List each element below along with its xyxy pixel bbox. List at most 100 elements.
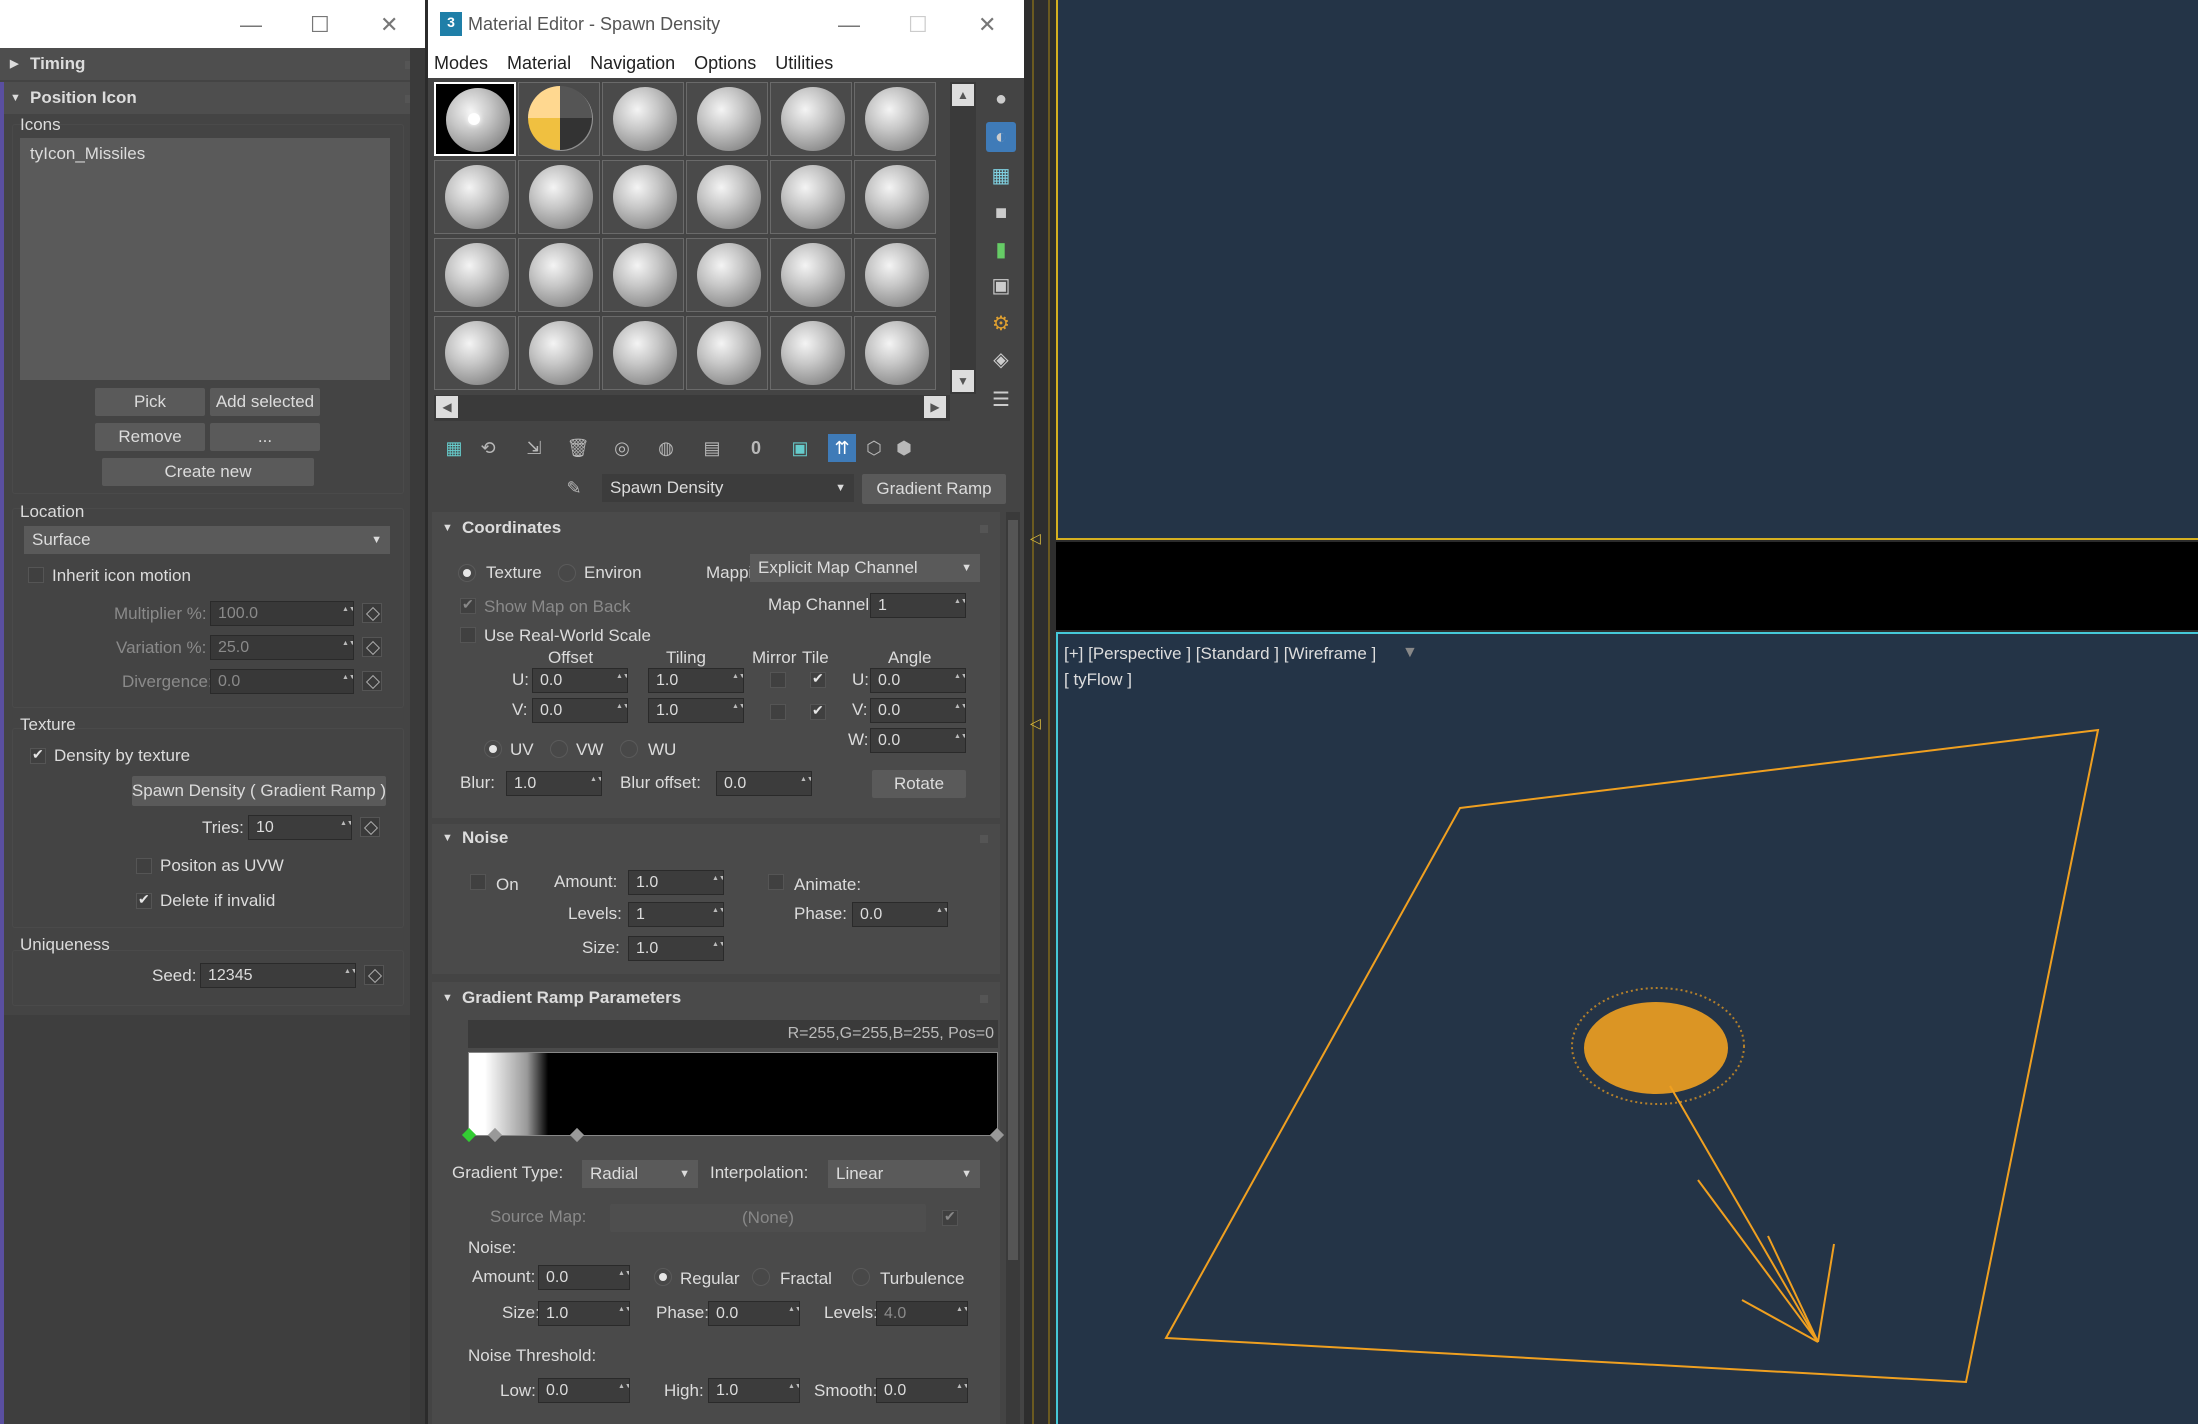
rollout-position-icon[interactable]: ▼ Position Icon — [0, 82, 425, 114]
u-angle-spinner[interactable]: 0.0 — [870, 668, 966, 693]
perspective-viewport[interactable]: [+] [Perspective ] [Standard ] [Wirefram… — [1056, 632, 2198, 1424]
slot-horizontal-scrollbar[interactable] — [434, 395, 950, 421]
sample-slot[interactable] — [518, 160, 600, 234]
gradient-ramp-header[interactable]: ▼ Gradient Ramp Parameters — [432, 982, 1000, 1014]
menu-material[interactable]: Material — [507, 53, 571, 73]
go-to-parent-icon[interactable]: ⬡ — [860, 434, 888, 462]
make-preview-icon[interactable]: ▣ — [986, 270, 1016, 300]
sample-uv-tiling-icon[interactable]: ■ — [986, 198, 1016, 228]
put-library-icon[interactable]: ◍ — [652, 434, 680, 462]
sample-slot[interactable] — [854, 160, 936, 234]
environ-radio[interactable] — [558, 564, 576, 582]
keyframe-icon[interactable] — [364, 965, 384, 985]
show-map-viewport-icon[interactable]: ▣ — [786, 434, 814, 462]
divergence-spinner[interactable]: 0.0 — [210, 669, 354, 694]
scroll-left-icon[interactable]: ◀ — [436, 396, 458, 418]
sample-slot[interactable] — [686, 238, 768, 312]
keyframe-icon[interactable] — [362, 637, 382, 657]
rollout-handle-icon[interactable] — [980, 995, 988, 1003]
texture-map-button[interactable]: Spawn Density ( Gradient Ramp ) — [132, 776, 386, 806]
material-name-dropdown[interactable]: Spawn Density — [602, 474, 854, 502]
icons-list[interactable]: tyIcon_Missiles — [20, 138, 390, 380]
scroll-down-icon[interactable]: ▼ — [952, 370, 974, 392]
gradient-ramp-preview[interactable] — [468, 1052, 998, 1136]
noise-phase-spinner[interactable]: 0.0 — [852, 902, 948, 927]
sample-slot[interactable] — [518, 238, 600, 312]
save-library-icon[interactable]: ▤ — [698, 434, 726, 462]
sample-slot[interactable] — [854, 82, 936, 156]
delete-material-icon[interactable]: 🗑 — [564, 434, 592, 462]
sample-slot[interactable] — [686, 160, 768, 234]
keyframe-icon[interactable] — [360, 817, 380, 837]
collapse-arrow-icon[interactable]: ◁ — [1030, 715, 1041, 732]
low-spinner[interactable]: 0.0 — [538, 1378, 630, 1403]
collapse-arrow-icon[interactable]: ◁ — [1030, 530, 1041, 547]
sample-slot[interactable] — [686, 82, 768, 156]
material-editor-titlebar[interactable]: 3 Material Editor - Spawn Density — ☐ ✕ — [428, 0, 1024, 48]
sample-slot[interactable] — [854, 316, 936, 390]
panel-scrollbar[interactable] — [410, 48, 425, 1424]
remove-button[interactable]: Remove — [95, 423, 205, 451]
density-texture-checkbox[interactable] — [30, 746, 46, 764]
mapping-dropdown[interactable]: Explicit Map Channel — [750, 554, 980, 582]
v-offset-spinner[interactable]: 0.0 — [532, 698, 628, 723]
position-uvw-checkbox[interactable] — [136, 858, 152, 874]
v-tiling-spinner[interactable]: 1.0 — [648, 698, 744, 723]
keyframe-icon[interactable] — [362, 603, 382, 623]
map-type-button[interactable]: Gradient Ramp — [862, 474, 1006, 504]
v-mirror-checkbox[interactable] — [770, 704, 786, 720]
source-map-button[interactable]: (None) — [610, 1204, 926, 1232]
gradient-noise-phase-spinner[interactable]: 0.0 — [708, 1301, 800, 1326]
tries-spinner[interactable]: 10 — [248, 815, 352, 840]
sample-slot[interactable] — [602, 316, 684, 390]
sample-slot[interactable] — [434, 238, 516, 312]
video-color-check-icon[interactable]: ▮ — [986, 234, 1016, 264]
material-navigator-icon[interactable]: ☰ — [986, 384, 1016, 414]
rollout-timing[interactable]: ▶ Timing — [0, 48, 425, 80]
u-tiling-spinner[interactable]: 1.0 — [648, 668, 744, 693]
sample-slot[interactable] — [434, 160, 516, 234]
map-channel-spinner[interactable]: 1 — [870, 593, 966, 618]
put-material-icon[interactable]: ⟲ — [474, 434, 502, 462]
location-dropdown[interactable]: Surface — [24, 526, 390, 554]
sample-slot[interactable] — [770, 82, 852, 156]
sample-slot[interactable] — [770, 160, 852, 234]
sample-slot[interactable] — [602, 238, 684, 312]
rollout-handle-icon[interactable] — [980, 525, 988, 533]
turbulence-radio[interactable] — [852, 1268, 870, 1286]
inherit-motion-checkbox[interactable] — [28, 567, 44, 583]
noise-size-spinner[interactable]: 1.0 — [628, 936, 724, 961]
regular-radio[interactable] — [654, 1268, 672, 1286]
backlight-icon[interactable]: ◐ — [986, 122, 1016, 152]
top-viewport[interactable] — [1056, 0, 2198, 540]
show-end-result-icon[interactable]: ⇈ — [828, 434, 856, 462]
sample-slot[interactable] — [686, 316, 768, 390]
gradient-noise-levels-spinner[interactable]: 4.0 — [876, 1301, 968, 1326]
interpolation-dropdown[interactable]: Linear — [828, 1160, 980, 1188]
pick-material-eyedropper-icon[interactable]: ✎ — [560, 474, 588, 502]
create-new-button[interactable]: Create new — [102, 458, 314, 486]
rollout-handle-icon[interactable] — [980, 835, 988, 843]
material-options-icon[interactable]: ⚙ — [986, 308, 1016, 338]
go-forward-sibling-icon[interactable]: ⬢ — [890, 434, 918, 462]
noise-levels-spinner[interactable]: 1 — [628, 902, 724, 927]
slot-vertical-scrollbar[interactable] — [950, 82, 976, 394]
smooth-spinner[interactable]: 0.0 — [876, 1378, 968, 1403]
u-tile-checkbox[interactable] — [810, 670, 826, 688]
high-spinner[interactable]: 1.0 — [708, 1378, 800, 1403]
seed-spinner[interactable]: 12345 — [200, 963, 356, 988]
editor-scrollbar-thumb[interactable] — [1008, 520, 1018, 1260]
sample-slot[interactable] — [770, 238, 852, 312]
noise-on-checkbox[interactable] — [470, 874, 486, 890]
multiplier-spinner[interactable]: 100.0 — [210, 601, 354, 626]
u-mirror-checkbox[interactable] — [770, 672, 786, 688]
noise-amount-spinner[interactable]: 1.0 — [628, 870, 724, 895]
assign-material-icon[interactable]: ⇲ — [520, 434, 548, 462]
texture-radio[interactable] — [458, 564, 476, 582]
get-material-icon[interactable]: ▦ — [440, 434, 468, 462]
list-item[interactable]: tyIcon_Missiles — [30, 144, 145, 164]
sample-slot[interactable] — [602, 160, 684, 234]
sample-type-sphere-icon[interactable]: ● — [986, 84, 1016, 114]
sample-slot[interactable] — [770, 316, 852, 390]
minimize-icon[interactable]: — — [240, 12, 262, 38]
